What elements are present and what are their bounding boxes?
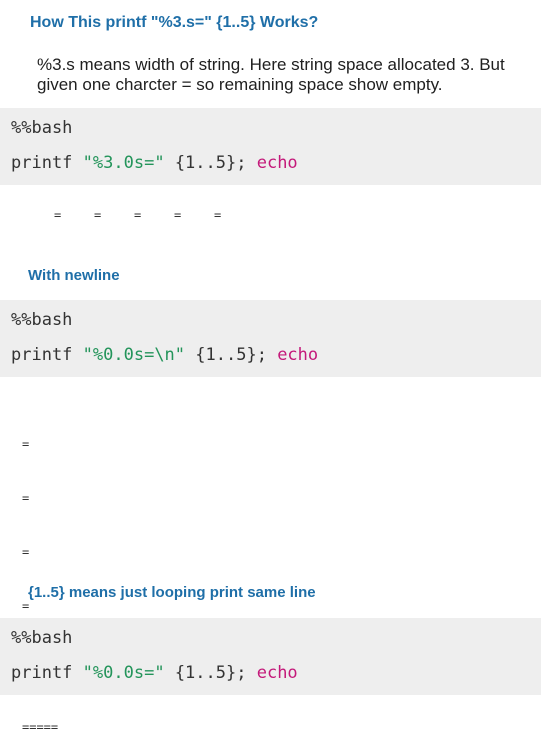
code-line: printf "%3.0s=" {1..5}; echo [11,153,298,173]
code-line: printf "%0.0s=\n" {1..5}; echo [11,345,318,365]
cell-magic: %%bash [11,118,73,138]
output-char: = [94,208,102,222]
cell-output-3: ===== [22,720,59,734]
output-line: = [22,491,30,505]
code-args: {1..5}; [174,153,247,173]
cell-magic: %%bash [11,628,73,648]
output-char: = [174,208,182,222]
code-args: {1..5}; [174,663,247,683]
output-char: = [134,208,142,222]
output-char: = [54,208,62,222]
code-cell-3[interactable]: %%bash printf "%0.0s=" {1..5}; echo [0,618,541,695]
code-string: "%3.0s=" [82,153,165,173]
code-cell-1[interactable]: %%bash printf "%3.0s=" {1..5}; echo [0,108,541,185]
output-char: = [214,208,222,222]
code-keyword: echo [256,153,298,173]
code-command: printf [11,153,73,173]
section-heading-looping: {1..5} means just looping print same lin… [28,584,316,601]
code-string: "%0.0s=" [82,663,165,683]
code-keyword: echo [277,345,319,365]
code-command: printf [11,663,73,683]
section-heading-with-newline: With newline [28,267,120,284]
code-command: printf [11,345,73,365]
code-line: printf "%0.0s=" {1..5}; echo [11,663,298,683]
cell-magic: %%bash [11,310,73,330]
output-line: = [22,437,30,451]
code-string: "%0.0s=\n" [82,345,186,365]
explanation-paragraph: %3.s means width of string. Here string … [37,55,505,94]
code-cell-2[interactable]: %%bash printf "%0.0s=\n" {1..5}; echo [0,300,541,377]
cell-output-1: = = = = = [54,208,254,222]
code-args: {1..5}; [195,345,267,365]
code-keyword: echo [256,663,298,683]
section-heading-how-printf-works: How This printf "%3.s=" {1..5} Works? [30,14,319,31]
output-line: = [22,545,30,559]
